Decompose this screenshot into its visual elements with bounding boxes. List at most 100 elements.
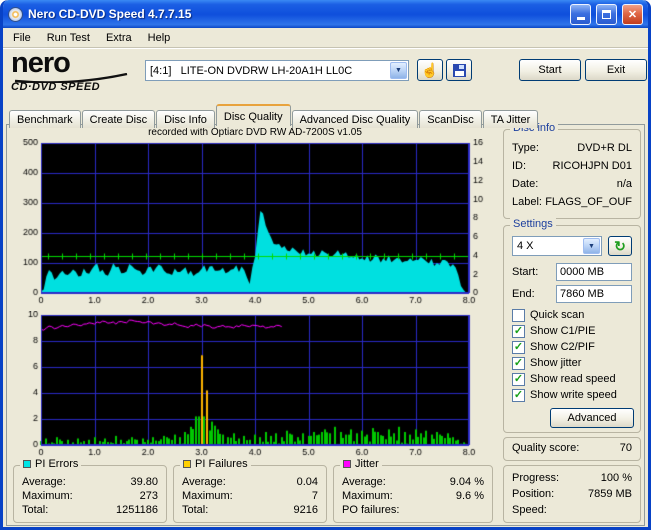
floppy-icon xyxy=(453,64,466,77)
tab-scandisc[interactable]: ScanDisc xyxy=(419,110,481,128)
disc-info-value: RICOHJPN D01 xyxy=(553,160,632,172)
position-value: 7859 MB xyxy=(588,488,632,500)
disc-info-value: n/a xyxy=(617,178,632,190)
start-position-field[interactable]: 0000 MB xyxy=(556,263,632,281)
start-field-label: Start: xyxy=(512,266,538,278)
chevron-down-icon[interactable]: ▼ xyxy=(390,62,407,79)
chevron-down-icon[interactable]: ▼ xyxy=(583,238,600,254)
disc-info-label: Type: xyxy=(512,142,539,154)
close-icon: ✕ xyxy=(628,8,637,21)
minimize-button[interactable] xyxy=(570,4,591,25)
advanced-button[interactable]: Advanced xyxy=(550,408,634,428)
speed-label: Speed: xyxy=(512,504,547,516)
checkbox-label: Show C2/PIF xyxy=(530,341,595,353)
disc-info-value: DVD+R DL xyxy=(577,142,632,154)
stat-label: Maximum: xyxy=(342,490,393,502)
checkbox-box xyxy=(512,325,525,338)
start-button[interactable]: Start xyxy=(519,59,581,81)
refresh-icon: ↻ xyxy=(614,239,626,253)
disc-info-label: Label: xyxy=(512,196,542,208)
pi-failures-legend-swatch xyxy=(183,460,191,468)
position-label: Position: xyxy=(512,488,554,500)
stat-label: Average: xyxy=(342,476,386,488)
pi-failures-stats-title: PI Failures xyxy=(195,458,248,470)
jitter-legend-swatch xyxy=(343,460,351,468)
quality-score-box: Quality score:70 xyxy=(503,437,641,461)
close-button[interactable]: ✕ xyxy=(622,4,643,25)
menu-file[interactable]: File xyxy=(5,29,39,47)
save-results-button[interactable] xyxy=(446,59,472,81)
disc-info-groupbox: Disc info Type:DVD+R DL ID:RICOHJPN D01 … xyxy=(503,129,641,219)
quality-score-label: Quality score: xyxy=(512,442,579,454)
checkbox-show-c2-pif[interactable]: Show C2/PIF xyxy=(512,340,636,354)
checkbox-box xyxy=(512,357,525,370)
jitter-stats-title: Jitter xyxy=(355,458,379,470)
progress-label: Progress: xyxy=(512,472,559,484)
disc-info-label: Date: xyxy=(512,178,538,190)
pi-failures-jitter-chart xyxy=(11,311,499,461)
stat-value: 7 xyxy=(312,490,318,502)
checkbox-quick-scan[interactable]: Quick scan xyxy=(512,308,636,322)
checkbox-box xyxy=(512,341,525,354)
drive-combobox-value: [4:1] LITE-ON DVDRW LH-20A1H LL0C xyxy=(146,65,389,77)
stat-label: Average: xyxy=(22,476,66,488)
menu-help[interactable]: Help xyxy=(140,29,179,47)
tab-disc-quality[interactable]: Disc Quality xyxy=(216,104,291,126)
progress-value: 100 % xyxy=(601,472,632,484)
stat-label: Total: xyxy=(22,504,48,516)
end-field-label: End: xyxy=(512,288,535,300)
eject-disc-button[interactable]: ☝ xyxy=(417,59,443,81)
stat-value: 273 xyxy=(140,490,158,502)
stat-value: 9.04 % xyxy=(450,476,484,488)
drive-combobox[interactable]: [4:1] LITE-ON DVDRW LH-20A1H LL0C ▼ xyxy=(145,60,409,81)
settings-groupbox: Settings 4 X ▼ ↻ Start: 0000 MB End: 786… xyxy=(503,225,641,433)
checkbox-label: Show read speed xyxy=(530,373,616,385)
window-title: Nero CD-DVD Speed 4.7.7.15 xyxy=(28,7,565,21)
window-body: File Run Test Extra Help nero CD·DVD SPE… xyxy=(3,28,648,527)
menu-bar: File Run Test Extra Help xyxy=(3,28,648,48)
checkbox-box xyxy=(512,309,525,322)
scan-speed-value: 4 X xyxy=(513,240,582,252)
minimize-icon xyxy=(577,17,585,20)
end-position-field[interactable]: 7860 MB xyxy=(556,285,632,303)
checkbox-show-jitter[interactable]: Show jitter xyxy=(512,356,636,370)
app-window: Nero CD-DVD Speed 4.7.7.15 ✕ File Run Te… xyxy=(0,0,651,530)
stat-label: Maximum: xyxy=(182,490,233,502)
maximize-button[interactable] xyxy=(596,4,617,25)
settings-title: Settings xyxy=(510,218,556,230)
maximize-icon xyxy=(602,10,611,19)
tab-disc-info[interactable]: Disc Info xyxy=(156,110,215,128)
pi-failures-stats-box: PI Failures Average:0.04 Maximum:7 Total… xyxy=(173,465,327,523)
app-icon xyxy=(8,7,23,22)
scan-speed-combobox[interactable]: 4 X ▼ xyxy=(512,236,602,256)
tab-strip: BenchmarkCreate DiscDisc InfoDisc Qualit… xyxy=(9,104,539,126)
title-bar[interactable]: Nero CD-DVD Speed 4.7.7.15 ✕ xyxy=(3,0,648,28)
stat-label: PO failures: xyxy=(342,504,399,516)
stat-label: Average: xyxy=(182,476,226,488)
tab-advanced-disc-quality[interactable]: Advanced Disc Quality xyxy=(292,110,419,128)
disc-info-value: FLAGS_OF_OUF xyxy=(545,196,632,208)
jitter-stats-box: Jitter Average:9.04 % Maximum:9.6 % PO f… xyxy=(333,465,493,523)
menu-run-test[interactable]: Run Test xyxy=(39,29,98,47)
nero-logo: nero CD·DVD SPEED xyxy=(11,50,145,100)
stat-value: 1251186 xyxy=(116,504,158,516)
menu-extra[interactable]: Extra xyxy=(98,29,140,47)
checkbox-box xyxy=(512,373,525,386)
checkbox-show-write-speed[interactable]: Show write speed xyxy=(512,388,636,402)
stat-value: 9.6 % xyxy=(456,490,484,502)
disc-info-label: ID: xyxy=(512,160,526,172)
pi-errors-legend-swatch xyxy=(23,460,31,468)
disc-quality-tab-page: recorded with Optiarc DVD RW AD-7200S v1… xyxy=(6,124,645,526)
progress-box: Progress: 100 % Position: 7859 MB Speed: xyxy=(503,465,641,523)
checkbox-box xyxy=(512,389,525,402)
stat-label: Maximum: xyxy=(22,490,73,502)
tab-create-disc[interactable]: Create Disc xyxy=(82,110,155,128)
tab-ta-jitter[interactable]: TA Jitter xyxy=(483,110,539,128)
checkbox-show-read-speed[interactable]: Show read speed xyxy=(512,372,636,386)
checkbox-show-c1-pie[interactable]: Show C1/PIE xyxy=(512,324,636,338)
exit-button[interactable]: Exit xyxy=(585,59,647,81)
tab-benchmark[interactable]: Benchmark xyxy=(9,110,81,128)
refresh-button[interactable]: ↻ xyxy=(608,236,632,256)
checkbox-label: Show C1/PIE xyxy=(530,325,595,337)
chart-title: recorded with Optiarc DVD RW AD-7200S v1… xyxy=(11,127,499,138)
